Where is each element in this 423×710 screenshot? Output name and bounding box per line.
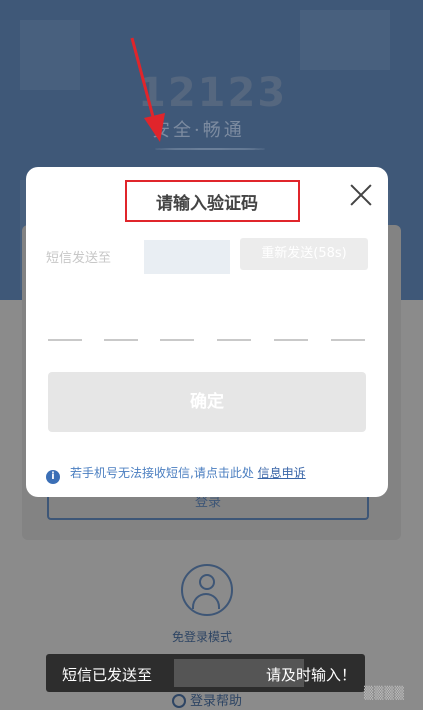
annotation-arrow-icon <box>130 37 165 142</box>
